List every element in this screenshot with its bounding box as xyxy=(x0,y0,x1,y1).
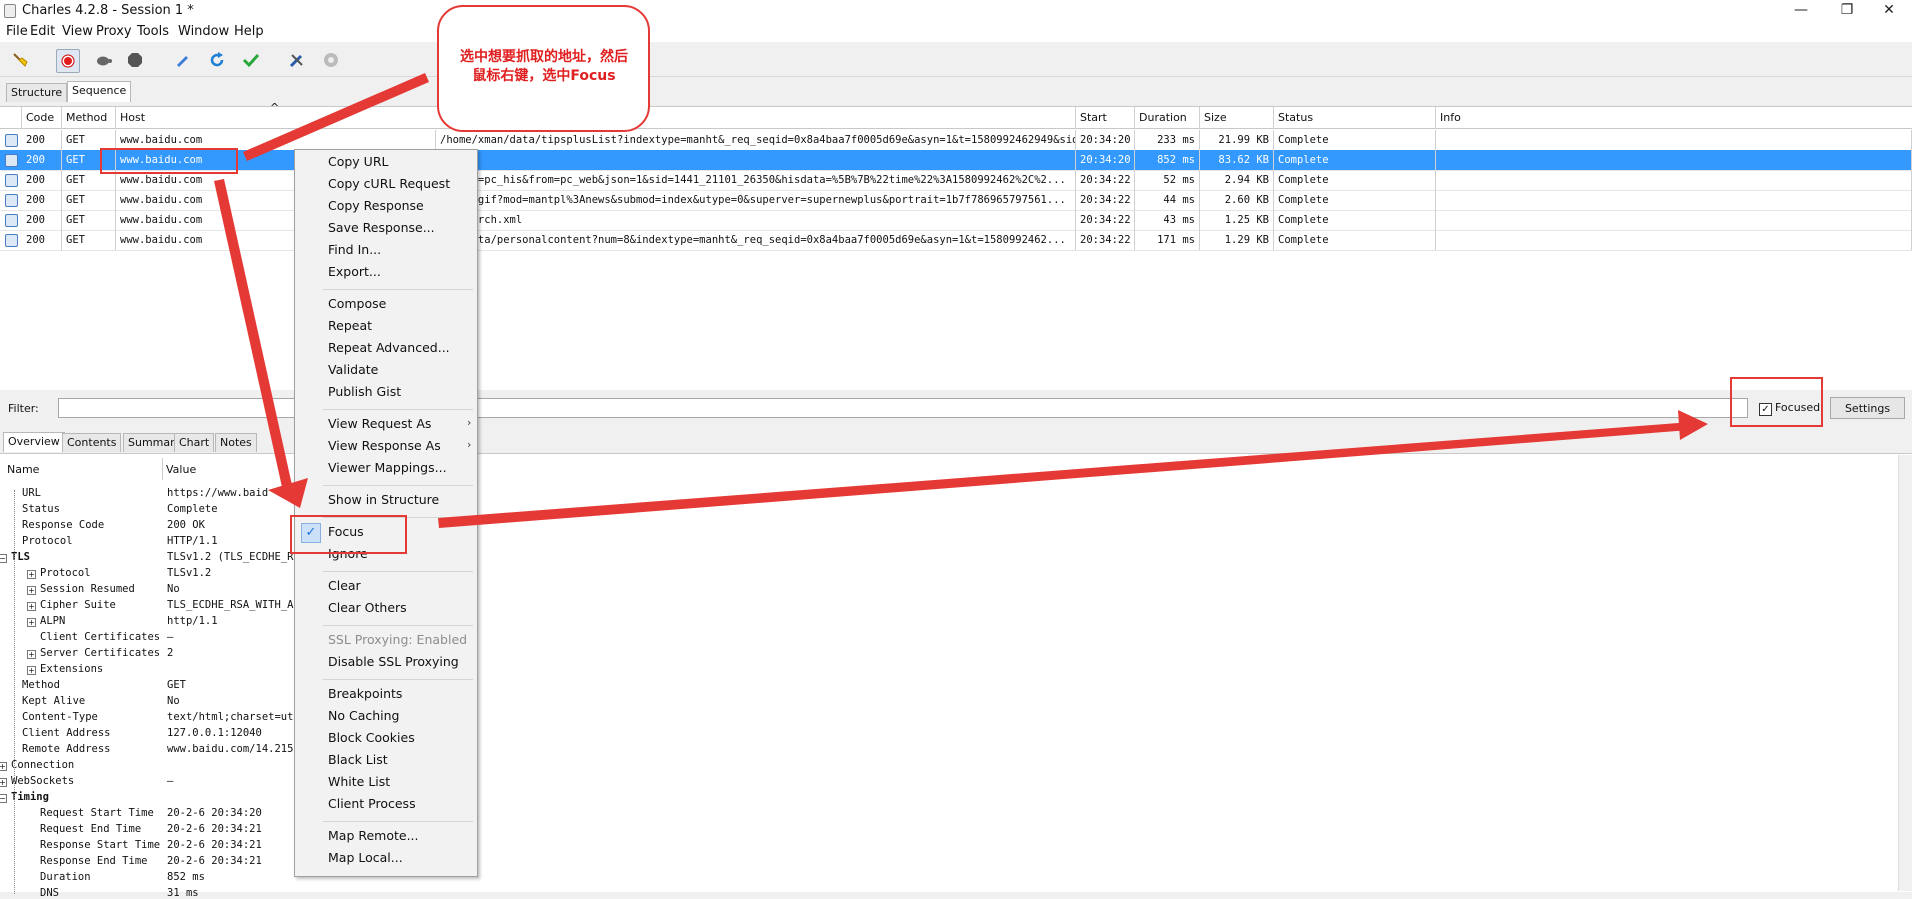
callout-line-2: 鼠标右键，选中Focus xyxy=(472,68,616,84)
arrow-to-focused xyxy=(438,422,1691,528)
callout-line-1: 选中想要抓取的地址，然后 xyxy=(460,49,628,65)
callout-text: 选中想要抓取的地址，然后 鼠标右键，选中Focus xyxy=(444,48,644,86)
annotation-arrows xyxy=(214,73,1708,528)
arrow-to-focus xyxy=(214,179,294,496)
arrow-head-focused-icon xyxy=(1678,410,1708,440)
arrow-to-callout xyxy=(243,73,429,161)
